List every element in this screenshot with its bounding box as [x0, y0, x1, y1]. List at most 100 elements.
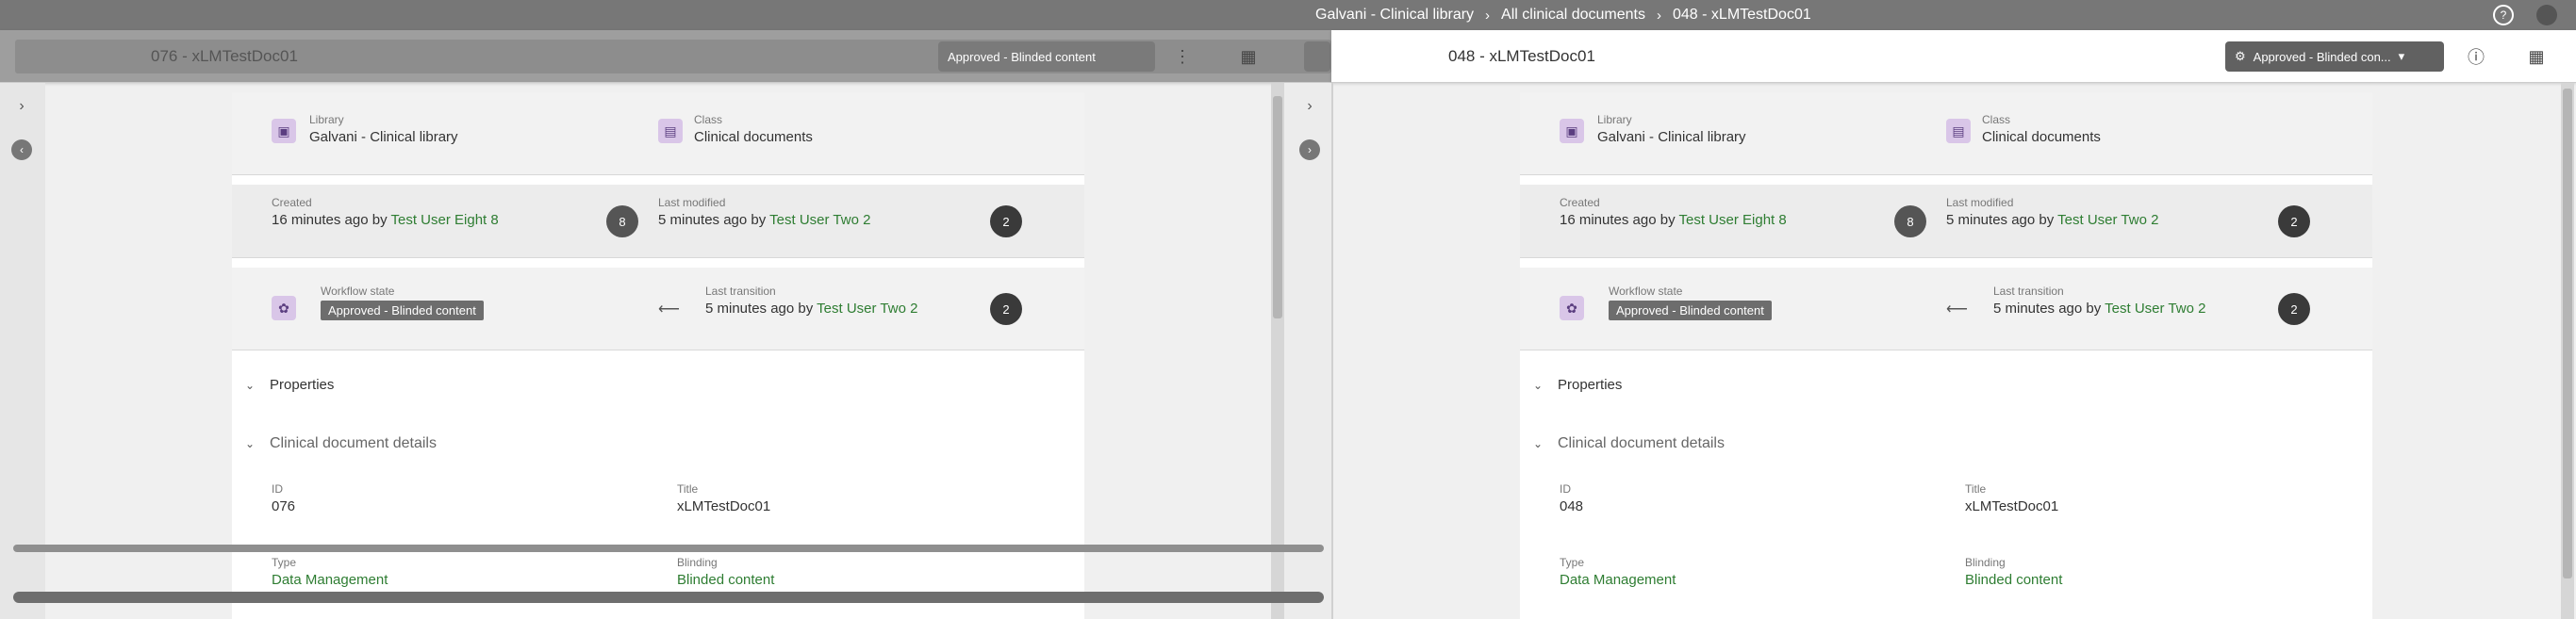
left-gutter	[0, 83, 45, 619]
blinding-label: Blinding	[677, 556, 718, 569]
transition-time: 5 minutes ago	[1993, 301, 2083, 317]
left-scrollbar[interactable]	[1271, 83, 1284, 619]
details-section-toggle[interactable]: ⌄ Clinical document details	[245, 435, 437, 452]
split-divider[interactable]	[1331, 83, 1333, 619]
properties-section-toggle[interactable]: ⌄ Properties	[245, 377, 334, 393]
created-user-avatar[interactable]: 8	[606, 205, 638, 237]
transition-user-link[interactable]: Test User Two 2	[2105, 301, 2205, 317]
right-details-panel: ▣ Library Galvani - Clinical library ▤ C…	[1520, 92, 2372, 619]
details-heading: Clinical document details	[1558, 435, 1725, 451]
right-status-button[interactable]: ⚙ Approved - Blinded con... ▾	[2225, 41, 2444, 72]
breadcrumb-library[interactable]: Galvani - Clinical library	[1315, 7, 1474, 24]
type-value[interactable]: Data Management	[272, 572, 388, 588]
transition-by: by	[2086, 301, 2102, 317]
horizontal-scrollbar-lower[interactable]	[13, 592, 1324, 603]
class-value: Clinical documents	[694, 129, 813, 145]
right-scrollbar-thumb[interactable]	[2563, 89, 2572, 578]
library-icon: ▣	[272, 119, 296, 143]
chevron-down-icon: ▾	[2398, 49, 2405, 63]
transition-by: by	[798, 301, 814, 317]
middle-gutter	[1284, 83, 1331, 619]
modified-user-link[interactable]: Test User Two 2	[2057, 212, 2158, 228]
workflow-icon: ⚙	[2235, 49, 2246, 63]
library-card: ▣ Library Galvani - Clinical library ▤ C…	[1520, 92, 2372, 175]
right-document-title: 048 - xLMTestDoc01	[1448, 47, 1595, 65]
blinding-label: Blinding	[1965, 556, 2006, 569]
modified-user-avatar[interactable]: 2	[990, 205, 1022, 237]
created-user-avatar[interactable]: 8	[1894, 205, 1926, 237]
library-icon: ▣	[1560, 119, 1584, 143]
right-scrollbar[interactable]	[2561, 83, 2574, 619]
top-bar: Galvani - Clinical library › All clinica…	[0, 0, 2576, 30]
type-value[interactable]: Data Management	[1560, 572, 1676, 588]
title-label: Title	[1965, 482, 1987, 496]
left-layout-icon[interactable]: ▦	[1235, 43, 1262, 70]
left-document-title: 076 - xLMTestDoc01	[151, 47, 298, 65]
properties-section-toggle[interactable]: ⌄ Properties	[1533, 377, 1622, 393]
details-section-toggle[interactable]: ⌄ Clinical document details	[1533, 435, 1725, 452]
created-user-link[interactable]: Test User Eight 8	[391, 212, 499, 228]
type-label: Type	[1560, 556, 1585, 569]
details-heading: Clinical document details	[270, 435, 437, 451]
right-document-header: 048 - xLMTestDoc01 ⚙ Approved - Blinded …	[1331, 30, 2576, 83]
created-user-link[interactable]: Test User Eight 8	[1679, 212, 1787, 228]
right-forward-icon[interactable]: ›	[1299, 139, 1320, 160]
help-button[interactable]: ?	[2493, 0, 2514, 30]
left-document-header: 076 - xLMTestDoc01 Approved - Blinded co…	[0, 30, 1331, 83]
workflow-state-icon: ✿	[1560, 296, 1584, 320]
breadcrumb-current-document: 048 - xLMTestDoc01	[1673, 7, 1811, 23]
chevron-down-icon: ⌄	[245, 378, 256, 392]
left-close-button[interactable]	[1304, 41, 1330, 72]
left-info-icon[interactable]: ⋮	[1169, 43, 1196, 70]
horizontal-scrollbar[interactable]	[13, 545, 1324, 552]
left-status-button[interactable]: Approved - Blinded content	[938, 41, 1155, 72]
created-time: 16 minutes ago	[1560, 212, 1657, 228]
transition-arrow-icon: ⟵	[658, 301, 680, 318]
created-by: by	[1660, 212, 1676, 228]
account-button[interactable]	[2536, 0, 2557, 30]
id-value: 048	[1560, 498, 1584, 514]
id-value: 076	[272, 498, 296, 514]
left-details-panel: ▣ Library Galvani - Clinical library ▤ C…	[232, 92, 1084, 619]
workflow-card: ✿ Workflow state Approved - Blinded cont…	[232, 268, 1084, 350]
workflow-card: ✿ Workflow state Approved - Blinded cont…	[1520, 268, 2372, 350]
chevron-down-icon: ⌄	[1533, 378, 1544, 392]
modified-label: Last modified	[658, 196, 726, 209]
info-icon[interactable]: ⓘ	[2463, 43, 2489, 70]
created-time: 16 minutes ago	[272, 212, 369, 228]
help-circle-icon: ?	[2493, 5, 2514, 25]
title-value: xLMTestDoc01	[677, 498, 771, 514]
modified-user-link[interactable]: Test User Two 2	[769, 212, 870, 228]
created-card: Created 16 minutes ago by Test User Eigh…	[1520, 185, 2372, 258]
library-label: Library	[309, 113, 344, 126]
right-status-label: Approved - Blinded con...	[2253, 49, 2391, 64]
created-by: by	[372, 212, 388, 228]
chevron-right-icon[interactable]: ›	[11, 96, 32, 117]
left-scrollbar-thumb[interactable]	[1273, 96, 1282, 318]
type-label: Type	[272, 556, 297, 569]
class-icon: ▤	[1946, 119, 1971, 143]
modified-time: 5 minutes ago	[1946, 212, 2036, 228]
breadcrumb-separator: ›	[1485, 7, 1491, 24]
transition-arrow-icon: ⟵	[1946, 301, 1968, 318]
breadcrumb-all-documents[interactable]: All clinical documents	[1501, 7, 1645, 24]
modified-time: 5 minutes ago	[658, 212, 748, 228]
chevron-down-icon: ⌄	[245, 437, 256, 450]
transition-user-link[interactable]: Test User Two 2	[817, 301, 917, 317]
id-label: ID	[1560, 482, 1571, 496]
layout-icon[interactable]: ▦	[2523, 43, 2550, 70]
workflow-status-chip: Approved - Blinded content	[321, 301, 484, 320]
workflow-label: Workflow state	[1609, 285, 1683, 298]
modified-user-avatar[interactable]: 2	[2278, 205, 2310, 237]
blinding-value[interactable]: Blinded content	[1965, 572, 2062, 588]
library-card: ▣ Library Galvani - Clinical library ▤ C…	[232, 92, 1084, 175]
chevron-down-icon: ⌄	[1533, 437, 1544, 450]
created-card: Created 16 minutes ago by Test User Eigh…	[232, 185, 1084, 258]
class-label: Class	[694, 113, 723, 126]
transition-user-avatar[interactable]: 2	[2278, 293, 2310, 325]
chevron-right-icon[interactable]: ›	[1299, 96, 1320, 117]
transition-user-avatar[interactable]: 2	[990, 293, 1022, 325]
left-back-icon[interactable]: ‹	[11, 139, 32, 160]
library-label: Library	[1597, 113, 1632, 126]
blinding-value[interactable]: Blinded content	[677, 572, 774, 588]
